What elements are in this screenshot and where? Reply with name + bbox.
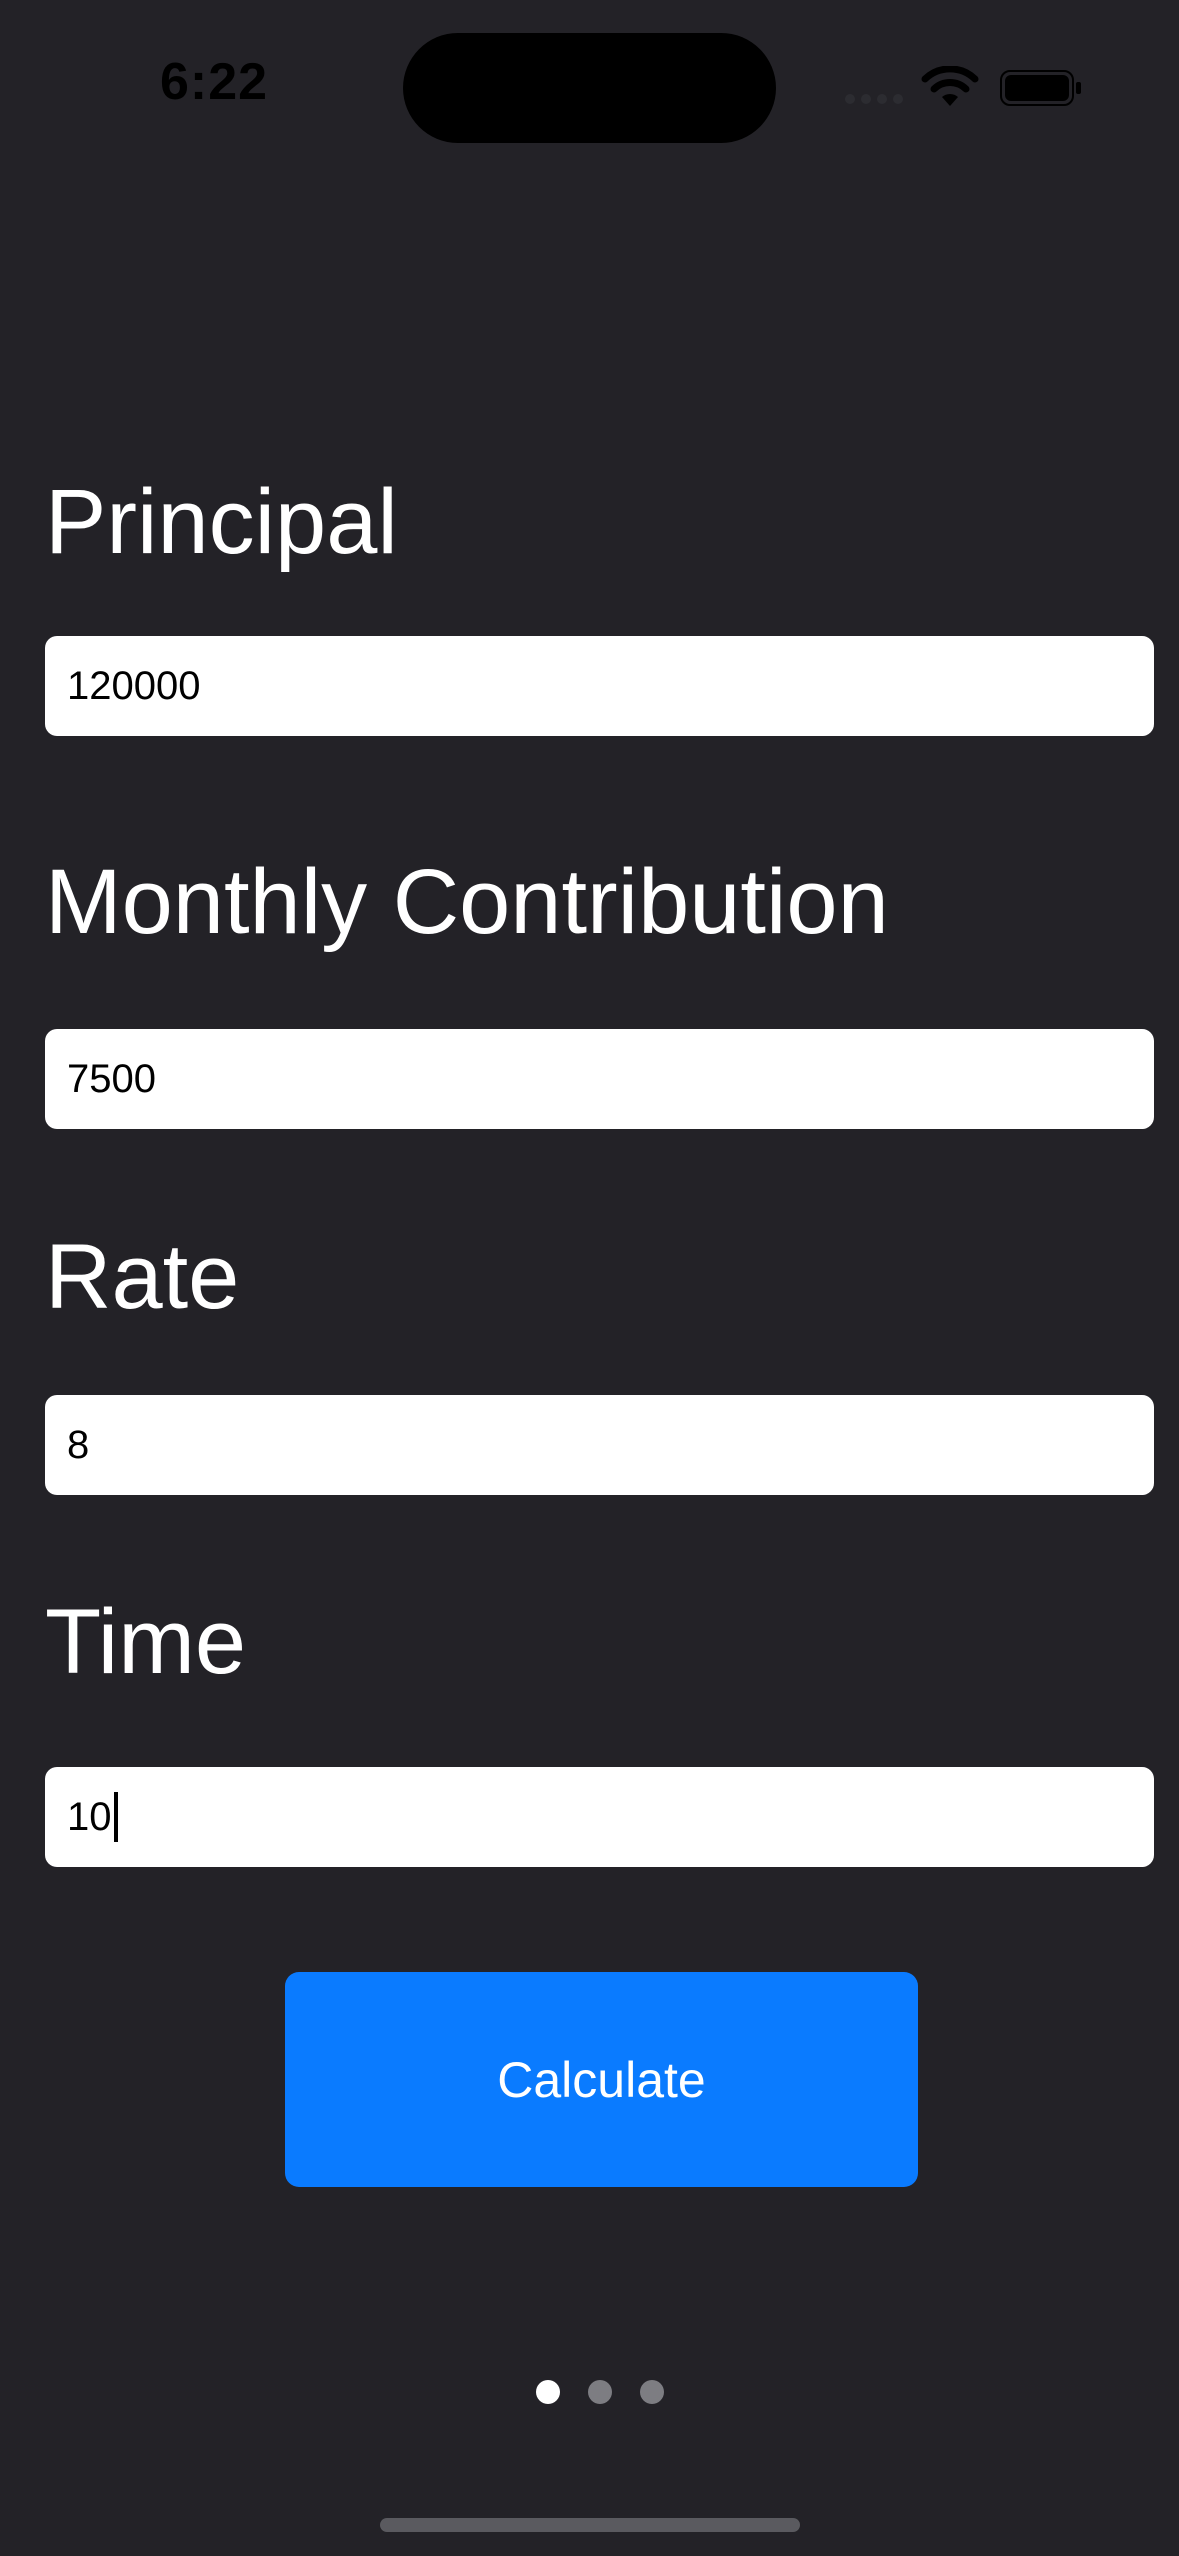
calculate-button[interactable]: Calculate <box>285 1972 918 2187</box>
home-indicator[interactable] <box>380 2518 800 2532</box>
principal-value: 120000 <box>67 663 201 708</box>
wifi-icon <box>921 66 979 106</box>
page-dot[interactable] <box>536 2380 560 2404</box>
monthly-contribution-value: 7500 <box>67 1056 156 1101</box>
rate-input[interactable]: 8 <box>45 1395 1154 1495</box>
signal-icon <box>845 94 903 104</box>
monthly-contribution-input[interactable]: 7500 <box>45 1029 1154 1129</box>
page-control[interactable] <box>536 2380 664 2404</box>
rate-value: 8 <box>67 1422 90 1467</box>
time-label: Time <box>45 1591 247 1693</box>
rate-label: Rate <box>45 1226 240 1328</box>
monthly-contribution-label: Monthly Contribution <box>45 851 889 953</box>
calculate-button-label: Calculate <box>497 2051 706 2108</box>
dynamic-island <box>403 33 776 143</box>
page-dot[interactable] <box>588 2380 612 2404</box>
time-value: 10 <box>67 1794 112 1839</box>
principal-input[interactable]: 120000 <box>45 636 1154 736</box>
status-bar-time: 6:22 <box>160 53 269 111</box>
principal-label: Principal <box>45 471 398 573</box>
text-cursor <box>113 1792 118 1842</box>
battery-icon <box>1000 70 1081 106</box>
time-input[interactable]: 10 <box>45 1767 1154 1867</box>
page-dot[interactable] <box>640 2380 664 2404</box>
